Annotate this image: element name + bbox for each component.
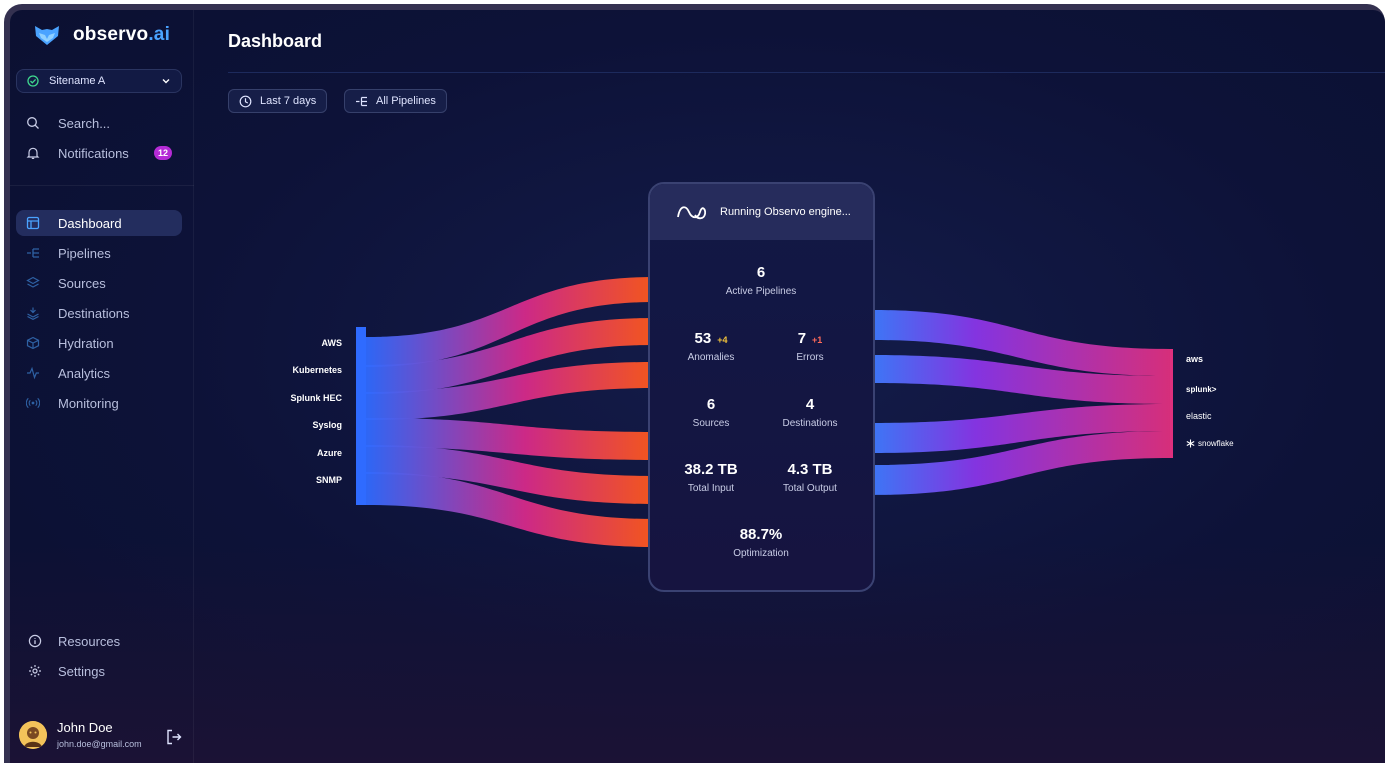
logout-icon[interactable] — [165, 728, 183, 746]
sources-bar — [356, 327, 366, 505]
search-label: Search... — [58, 115, 111, 131]
user-profile[interactable]: John Doe john.doe@gmail.com — [19, 720, 142, 749]
stat-destinations: 4 Destinations — [755, 396, 865, 429]
sidebar-item-dashboard[interactable]: Dashboard — [16, 210, 182, 236]
pipelines-icon — [27, 248, 39, 258]
stat-value: 4 — [805, 396, 815, 413]
gear-icon — [29, 665, 41, 677]
notifications-button[interactable]: Notifications 12 — [16, 140, 182, 166]
stat-value: 38.2 TB — [684, 461, 738, 478]
search-button[interactable]: Search... — [16, 110, 182, 136]
fox-logo-icon — [35, 26, 59, 45]
source-label-aws[interactable]: AWS — [321, 338, 342, 348]
stat-delta: +4 — [717, 335, 728, 345]
stat-errors: 7 +1 Errors — [755, 330, 865, 363]
sidebar-item-pipelines[interactable]: Pipelines — [16, 240, 182, 266]
stat-optimization: 88.7% Optimization — [706, 526, 816, 559]
sidebar-item-destinations[interactable]: Destinations — [16, 300, 182, 326]
engine-status-header: Running Observo engine... — [650, 184, 873, 240]
source-label-snmp[interactable]: SNMP — [316, 475, 342, 485]
destination-label-snowflake[interactable]: snowflake — [1186, 439, 1234, 448]
site-selector-value: Sitename A — [49, 75, 106, 87]
engine-wave-icon — [677, 206, 706, 220]
stat-value: 53 — [694, 330, 712, 347]
source-label-syslog[interactable]: Syslog — [312, 420, 342, 430]
engine-status-text: Running Observo engine... — [720, 206, 851, 218]
notifications-badge: 12 — [154, 146, 172, 160]
stat-sources: 6 Sources — [656, 396, 766, 429]
stat-label: Total Output — [783, 483, 837, 494]
sources-icon — [26, 276, 40, 288]
sidebar-item-label: Monitoring — [58, 395, 119, 411]
stat-value: 6 — [756, 264, 766, 281]
sidebar-item-label: Dashboard — [58, 215, 122, 231]
resources-button[interactable]: Resources — [16, 628, 182, 654]
sidebar-item-sources[interactable]: Sources — [16, 270, 182, 296]
user-name: John Doe — [57, 720, 113, 735]
stat-value: 6 — [706, 396, 716, 413]
stat-label: Destinations — [782, 418, 838, 429]
snowflake-icon — [1186, 439, 1195, 448]
check-circle-icon — [27, 75, 39, 87]
stat-total-input: 38.2 TB Total Input — [656, 461, 766, 494]
stat-label: Sources — [692, 418, 730, 429]
sidebar-divider — [10, 185, 194, 186]
stat-anomalies: 53 +4 Anomalies — [656, 330, 766, 363]
destinations-bar — [1170, 349, 1173, 458]
sidebar-item-monitoring[interactable]: Monitoring — [16, 390, 182, 416]
stat-label: Optimization — [733, 548, 789, 559]
sidebar-item-label: Analytics — [58, 365, 111, 381]
destination-label-elastic[interactable]: elastic — [1186, 411, 1212, 421]
stat-delta: +1 — [812, 335, 823, 345]
user-email: john.doe@gmail.com — [57, 739, 142, 749]
stat-value: 7 — [797, 330, 807, 347]
sidebar-item-label: Destinations — [58, 305, 130, 321]
stat-label: Anomalies — [687, 352, 735, 363]
search-icon — [27, 117, 39, 129]
bell-icon — [26, 147, 40, 159]
sidebar-item-label: Pipelines — [58, 245, 111, 261]
hydration-icon — [26, 336, 40, 350]
sidebar: observo.ai Sitename A Search... Notifica… — [10, 10, 194, 763]
destinations-icon — [27, 307, 39, 320]
brand-logo[interactable]: observo.ai — [33, 24, 170, 46]
sidebar-item-label: Hydration — [58, 335, 114, 351]
source-label-splunk-hec[interactable]: Splunk HEC — [290, 393, 342, 403]
destination-label-aws[interactable]: aws — [1186, 354, 1203, 364]
destination-label-splunk[interactable]: splunk> — [1186, 385, 1216, 394]
stat-value: 88.7% — [739, 526, 783, 543]
notifications-label: Notifications — [58, 145, 129, 161]
stat-label: Active Pipelines — [725, 286, 797, 297]
snowflake-text: snowflake — [1198, 439, 1234, 448]
stat-active-pipelines: 6 Active Pipelines — [706, 264, 816, 297]
chevron-down-icon — [162, 79, 170, 84]
stat-value: 4.3 TB — [787, 461, 833, 478]
resources-label: Resources — [58, 633, 121, 649]
info-icon — [28, 634, 42, 648]
app-window: observo.ai Sitename A Search... Notifica… — [10, 10, 1385, 763]
dashboard-icon — [26, 216, 40, 230]
brand-name: observo.ai — [73, 24, 171, 45]
stat-label: Errors — [796, 352, 824, 363]
stat-label: Total Input — [687, 483, 735, 494]
source-label-kubernetes[interactable]: Kubernetes — [292, 365, 342, 375]
settings-button[interactable]: Settings — [16, 658, 182, 684]
engine-card: Running Observo engine... 6 Active Pipel… — [648, 182, 875, 592]
sidebar-item-hydration[interactable]: Hydration — [16, 330, 182, 356]
monitoring-icon — [26, 397, 40, 409]
stat-total-output: 4.3 TB Total Output — [755, 461, 865, 494]
site-selector[interactable]: Sitename A — [16, 69, 182, 93]
sidebar-item-analytics[interactable]: Analytics — [16, 360, 182, 386]
sidebar-item-label: Sources — [58, 275, 106, 291]
analytics-icon — [27, 366, 39, 380]
source-label-azure[interactable]: Azure — [317, 448, 342, 458]
avatar — [19, 720, 47, 749]
settings-label: Settings — [58, 663, 105, 679]
